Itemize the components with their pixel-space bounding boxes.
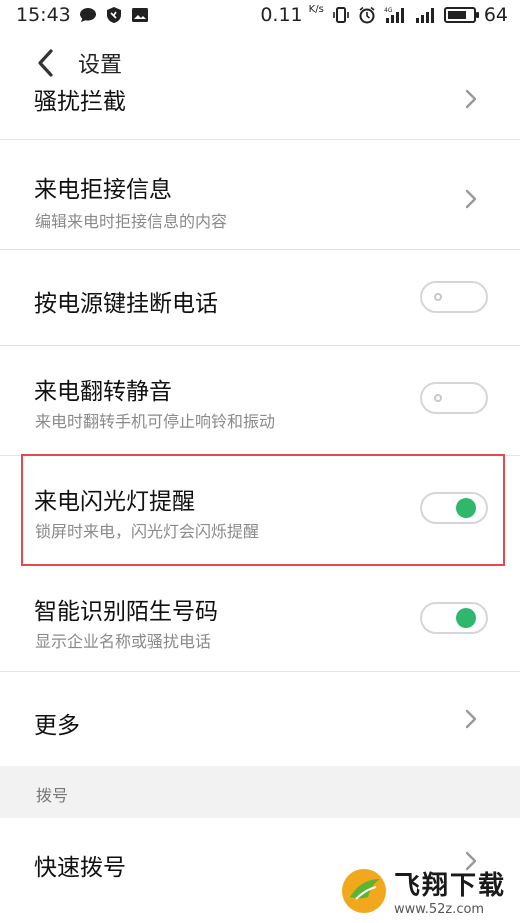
watermark: 飞翔下载 www.52z.com [340,865,506,917]
network-speed: 0.11 K/s [260,4,324,26]
chevron-left-icon [38,49,53,77]
status-bar-right: 0.11 K/s 4G 64 [260,4,508,26]
row-title: 骚扰拦截 [34,89,126,115]
smart-caller-id-toggle[interactable] [420,602,488,634]
row-power-key-hangup[interactable]: 按电源键挂断电话 [0,250,520,346]
toggle-knob [456,498,476,518]
chevron-right-icon [465,709,477,729]
row-title: 来电拒接信息 [34,177,172,203]
watermark-url: www.52z.com [393,902,485,917]
toggle-knob [434,293,442,301]
flash-alert-toggle[interactable] [420,492,488,524]
signal-4g-icon: 4G [384,7,404,23]
chevron-right-icon [465,189,477,209]
row-subtitle: 来电时翻转手机可停止响铃和振动 [35,412,276,431]
network-speed-unit: K/s [308,4,324,15]
status-bar-left: 15:43 [16,4,149,26]
page-title: 设置 [78,53,123,78]
section-title: 拨号 [36,786,69,805]
app-header: 设置 [0,38,520,88]
row-harassment-block[interactable]: 骚扰拦截 [0,88,520,140]
row-reject-message[interactable]: 来电拒接信息 编辑来电时拒接信息的内容 [0,140,520,250]
vibrate-icon [333,7,349,23]
power-key-hangup-toggle[interactable] [420,281,488,313]
battery-level: 64 [483,4,508,26]
watermark-main: 飞翔下载 [393,871,506,901]
row-title: 更多 [34,713,80,739]
alarm-icon [359,6,375,24]
row-more[interactable]: 更多 [0,672,520,766]
toggle-knob [456,608,476,628]
row-title: 按电源键挂断电话 [34,291,218,317]
status-time: 15:43 [16,4,71,26]
section-header-dial: 拨号 [0,766,520,818]
message-icon [79,8,96,22]
status-bar: 15:43 0.11 K/s 4G 64 [0,0,520,30]
watermark-logo-icon [341,869,386,913]
row-title: 来电闪光灯提醒 [34,489,195,515]
row-title: 来电翻转静音 [34,379,172,405]
row-subtitle: 锁屏时来电，闪光灯会闪烁提醒 [35,522,260,541]
flip-mute-toggle[interactable] [420,382,488,414]
row-title: 快速拨号 [34,855,126,881]
row-subtitle: 显示企业名称或骚扰电话 [35,632,212,651]
toggle-knob [434,394,442,402]
row-title: 智能识别陌生号码 [34,599,218,625]
shield-icon [106,7,121,23]
image-icon [131,8,148,22]
signal-icon [415,8,434,23]
row-subtitle: 编辑来电时拒接信息的内容 [35,212,228,231]
row-smart-caller-id[interactable]: 智能识别陌生号码 显示企业名称或骚扰电话 [0,566,520,672]
network-type-label: 4G [384,7,393,14]
battery-fill [447,11,466,19]
back-button[interactable] [30,48,60,78]
row-flash-alert[interactable]: 来电闪光灯提醒 锁屏时来电，闪光灯会闪烁提醒 [0,456,520,566]
row-flip-mute[interactable]: 来电翻转静音 来电时翻转手机可停止响铃和振动 [0,346,520,456]
battery-icon [443,7,479,23]
watermark-text: 飞翔下载 www.52z.com [394,865,506,917]
network-speed-value: 0.11 [260,4,303,26]
chevron-right-icon [465,89,477,109]
